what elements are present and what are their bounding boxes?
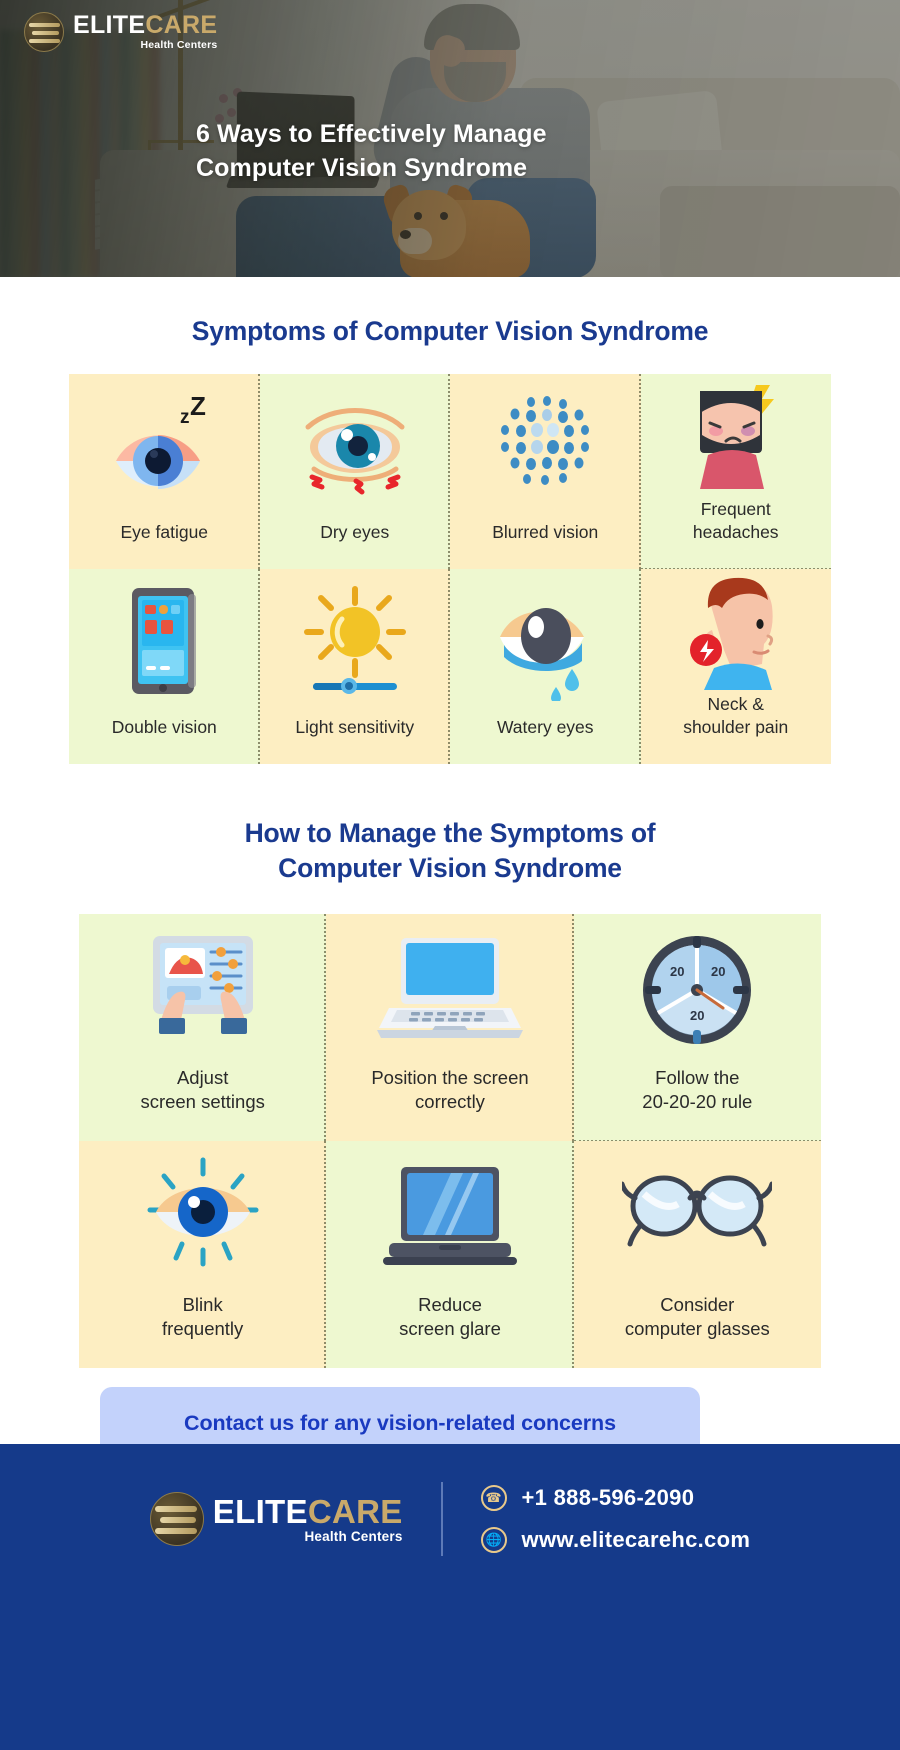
symptom-cell-watery-eyes: Watery eyes	[450, 569, 641, 764]
laptop-icon	[326, 914, 573, 1066]
manage-cell-reduce-screen-glare: Reduce screen glare	[326, 1141, 574, 1369]
logo-text-elite: ELITE	[73, 11, 146, 40]
symptom-label: Eye fatigue	[120, 521, 209, 542]
symptom-label: Light sensitivity	[295, 716, 415, 737]
cta-text: Contact us for any vision-related concer…	[184, 1410, 616, 1435]
manage-label: Consider computer glasses	[624, 1294, 770, 1339]
symptom-label: Dry eyes	[320, 521, 390, 542]
manage-label: Blink frequently	[162, 1294, 244, 1339]
manage-grid: Adjust screen settings Position the scre…	[79, 914, 821, 1369]
logo-tagline: Health Centers	[140, 39, 218, 52]
footer-logo-text-elite: ELITE	[212, 1492, 308, 1530]
tearing-eye-icon	[450, 569, 641, 716]
clock-number-3: 20	[690, 1008, 704, 1023]
manage-title-line1: How to Manage the Symptoms of	[244, 818, 656, 848]
manage-cell-blink-frequently: Blink frequently	[79, 1141, 327, 1369]
symptom-cell-neck-shoulder-pain: Neck & shoulder pain	[640, 569, 832, 764]
hero-title-line2: Computer Vision Syndrome	[196, 153, 528, 182]
symptoms-section-title: Symptoms of Computer Vision Syndrome	[191, 316, 709, 346]
footer-phone-row[interactable]: ☎ +1 888-596-2090	[480, 1485, 751, 1511]
clock-number-1: 20	[711, 964, 725, 979]
svg-text:z: z	[180, 407, 190, 428]
manage-cell-20-20-20-rule: 20 20 20 Follow the 20-20-20 rule	[573, 914, 821, 1143]
symptoms-grid: z Z Eye fatigue Dry eyes Blurred vision …	[69, 374, 831, 764]
manage-cell-position-screen: Position the screen correctly	[326, 914, 574, 1142]
glare-laptop-icon	[326, 1141, 573, 1293]
logo-text-care: CARE	[145, 11, 218, 40]
manage-cell-adjust-screen-settings: Adjust screen settings	[79, 914, 327, 1142]
symptom-cell-frequent-headaches: Frequent headaches	[640, 374, 832, 570]
footer-contact: ☎ +1 888-596-2090 🌐 www.elitecarehc.com	[480, 1485, 751, 1553]
tablet-screen-icon	[69, 569, 260, 716]
sun-brightness-icon	[260, 569, 451, 716]
manage-label: Position the screen correctly	[371, 1067, 529, 1112]
footer-phone: +1 888-596-2090	[521, 1485, 695, 1510]
clock-number-2: 20	[670, 964, 684, 979]
manage-section-title: How to Manage the Symptoms of Computer V…	[0, 816, 900, 886]
tablet-settings-icon	[79, 914, 326, 1066]
symptom-cell-eye-fatigue: z Z Eye fatigue	[69, 374, 260, 569]
footer-website-row[interactable]: 🌐 www.elitecarehc.com	[480, 1527, 751, 1553]
footer-logo[interactable]: ELITECARE Health Centers	[149, 1492, 403, 1546]
symptom-label: Watery eyes	[496, 716, 594, 737]
manage-label: Follow the 20-20-20 rule	[642, 1067, 753, 1112]
symptom-cell-blurred-vision: Blurred vision	[450, 374, 641, 569]
sleepy-eye-icon: z Z	[69, 374, 260, 521]
hero-title: 6 Ways to Effectively Manage Computer Vi…	[196, 118, 547, 185]
globe-icon: 🌐	[480, 1527, 507, 1553]
footer-logo-text-care: CARE	[307, 1492, 403, 1530]
symptom-cell-dry-eyes: Dry eyes	[259, 374, 451, 569]
hero-title-line1: 6 Ways to Effectively Manage	[196, 120, 547, 148]
elitecare-logo-icon	[149, 1492, 204, 1546]
symptom-cell-double-vision: Double vision	[69, 569, 260, 764]
footer-divider	[440, 1482, 443, 1556]
elitecare-logo-icon	[24, 12, 64, 52]
svg-text:Z: Z	[190, 391, 206, 421]
manage-cell-computer-glasses: Consider computer glasses	[573, 1141, 821, 1369]
blur-dots-icon	[450, 374, 641, 521]
headache-face-icon	[641, 374, 832, 498]
footer-website: www.elitecarehc.com	[521, 1527, 751, 1552]
irritated-eye-icon	[260, 374, 451, 521]
symptom-label: Neck & shoulder pain	[683, 694, 789, 737]
manage-title-line2: Computer Vision Syndrome	[278, 853, 622, 884]
symptom-label: Double vision	[111, 716, 217, 737]
clock-20-icon: 20 20 20	[574, 914, 821, 1066]
manage-label: Reduce screen glare	[399, 1294, 501, 1339]
symptom-cell-light-sensitivity: Light sensitivity	[259, 569, 451, 764]
eyeglasses-icon	[574, 1141, 821, 1293]
footer-logo-tagline: Health Centers	[304, 1528, 403, 1544]
infographic-page: ELITECARE Health Centers 6 Ways to Effec…	[0, 0, 900, 1750]
phone-icon: ☎	[480, 1485, 507, 1511]
footer: ELITECARE Health Centers ☎ +1 888-596-20…	[0, 1444, 900, 1750]
neck-pain-icon	[641, 569, 832, 693]
blinking-eye-icon	[79, 1141, 326, 1293]
symptom-label: Frequent headaches	[692, 499, 779, 542]
manage-label: Adjust screen settings	[140, 1067, 265, 1112]
hero-banner: ELITECARE Health Centers 6 Ways to Effec…	[0, 0, 900, 277]
symptom-label: Blurred vision	[492, 521, 599, 542]
header-logo[interactable]: ELITECARE Health Centers	[24, 12, 217, 52]
